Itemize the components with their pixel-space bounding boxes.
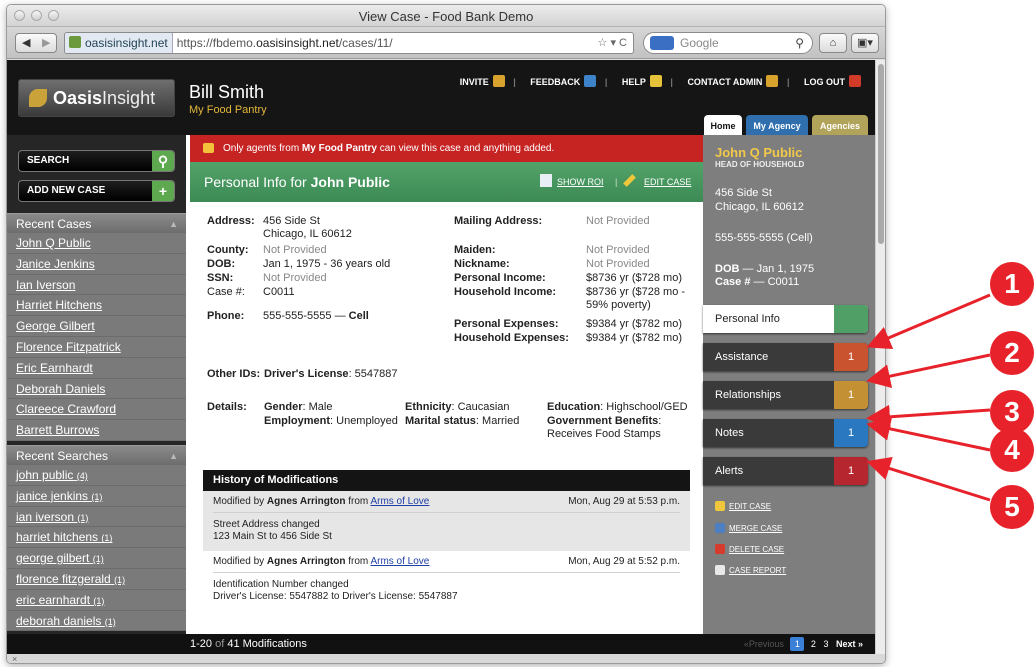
annotation-arrows: [866, 293, 991, 502]
arrow-1: [866, 293, 991, 350]
callout-2: 2: [990, 331, 1034, 375]
arrow-4: [866, 416, 991, 452]
arrow-2: [866, 353, 991, 389]
callout-4: 4: [990, 428, 1034, 472]
callout-1: 1: [990, 262, 1034, 306]
arrow-5: [866, 456, 991, 502]
arrow-3: [866, 404, 991, 429]
callout-5: 5: [990, 485, 1034, 529]
